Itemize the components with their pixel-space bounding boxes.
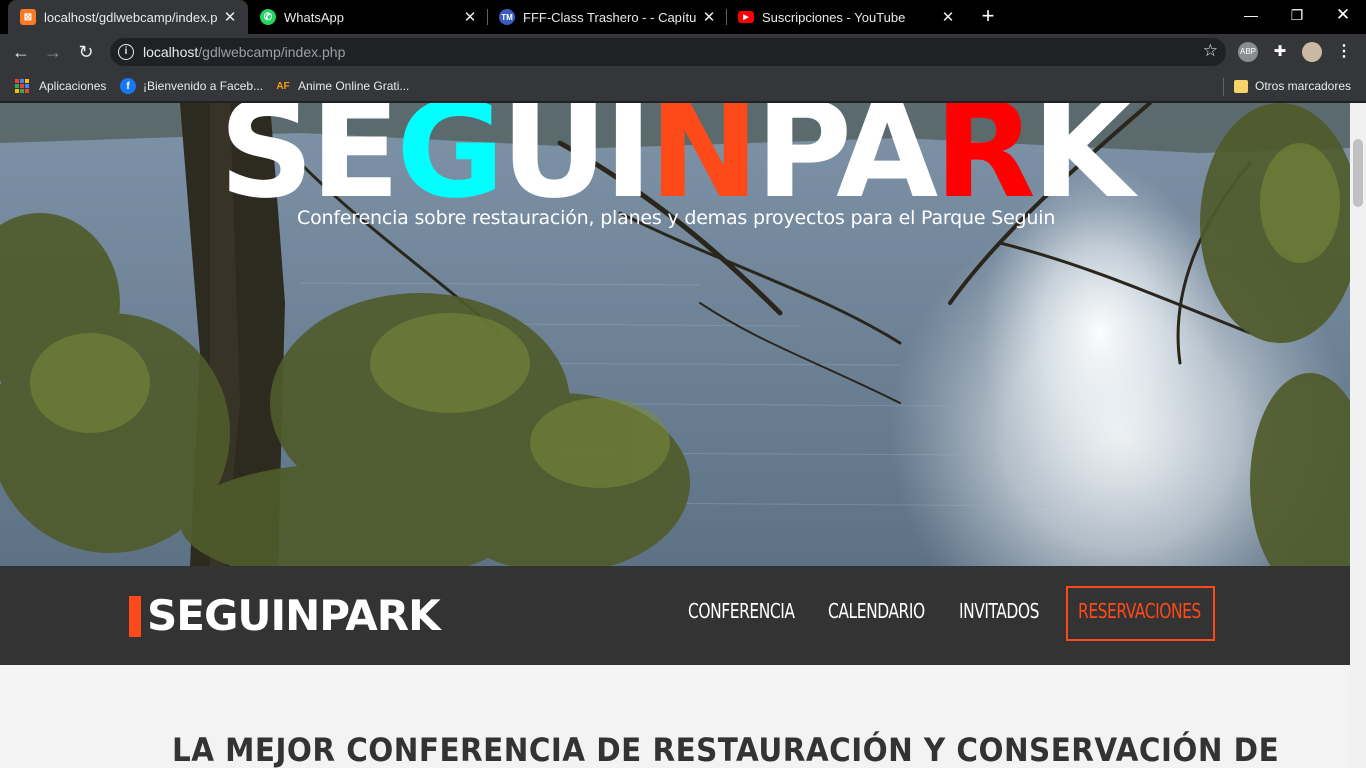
bookmark-label: Otros marcadores <box>1255 79 1352 93</box>
page-viewport: SEGUINPARK Conferencia sobre restauració… <box>0 103 1350 768</box>
hero-brand-title: SEGUINPARK <box>219 103 1134 221</box>
close-icon[interactable]: ✕ <box>218 8 242 26</box>
bookmark-star-icon[interactable]: ☆ <box>1203 41 1218 61</box>
bookmarks-bar: Aplicaciones f ¡Bienvenido a Faceb... AF… <box>0 70 1366 102</box>
forward-icon[interactable]: → <box>41 40 65 64</box>
tab-youtube[interactable]: ▶ Suscripciones - YouTube ✕ <box>726 0 966 34</box>
anime-online-icon: AF <box>276 80 290 92</box>
hero-subtitle: Conferencia sobre restauración, planes y… <box>297 207 1056 229</box>
page-scrollbar[interactable] <box>1350 103 1366 768</box>
site-navigation: SEGUINPARK CONFERENCIA CALENDARIO INVITA… <box>0 566 1350 665</box>
reload-icon[interactable]: ↻ <box>74 40 98 64</box>
bookmark-label: Anime Online Grati... <box>298 79 410 93</box>
bookmark-apps[interactable]: Aplicaciones <box>14 76 106 96</box>
bookmark-label: ¡Bienvenido a Faceb... <box>143 79 264 93</box>
address-bar[interactable]: i localhost/gdlwebcamp/index.php ☆ <box>110 38 1226 66</box>
nav-link-reservaciones[interactable]: RESERVACIONES <box>1078 599 1201 623</box>
tab-title: Suscripciones - YouTube <box>762 9 906 25</box>
facebook-icon: f <box>120 78 136 94</box>
whatsapp-icon: ✆ <box>260 9 276 25</box>
close-icon[interactable]: ✕ <box>697 8 721 26</box>
adblock-extension-icon[interactable]: ABP <box>1238 42 1258 62</box>
bookmark-separator <box>1223 78 1224 96</box>
hero-section: SEGUINPARK Conferencia sobre restauració… <box>0 103 1350 566</box>
folder-icon <box>1234 79 1248 93</box>
apps-grid-icon <box>14 78 30 94</box>
close-icon[interactable]: ✕ <box>458 8 482 26</box>
more-menu-icon[interactable]: ⋮ <box>1334 42 1354 62</box>
tab-title: FFF-Class Trashero - - Capítulo 2 <box>523 9 697 25</box>
tab-title: WhatsApp <box>284 9 344 25</box>
bookmark-other[interactable]: Otros marcadores <box>1234 76 1351 96</box>
tab-strip: ⊠ localhost/gdlwebcamp/index.php ✕ ✆ Wha… <box>0 0 1366 34</box>
nav-link-calendario[interactable]: CALENDARIO <box>828 599 925 623</box>
nav-link-invitados[interactable]: INVITADOS <box>959 599 1039 623</box>
intro-heading: LA MEJOR CONFERENCIA DE RESTAURACIÓN Y C… <box>172 731 1280 768</box>
bookmark-label: Aplicaciones <box>39 79 107 93</box>
scrollbar-thumb[interactable] <box>1353 139 1363 207</box>
tab-fff-class[interactable]: TM FFF-Class Trashero - - Capítulo 2 ✕ <box>487 0 727 34</box>
extensions-puzzle-icon[interactable]: ✚ <box>1270 42 1290 62</box>
window-close-icon[interactable]: ✕ <box>1320 0 1366 30</box>
logo-text: SEGUINPARK <box>147 591 441 640</box>
tab-title: localhost/gdlwebcamp/index.php <box>44 9 218 25</box>
restore-icon[interactable]: ❐ <box>1274 0 1320 30</box>
url-text[interactable]: localhost/gdlwebcamp/index.php <box>143 44 345 60</box>
back-icon[interactable]: ← <box>9 40 33 64</box>
tab-localhost[interactable]: ⊠ localhost/gdlwebcamp/index.php ✕ <box>8 0 248 34</box>
tab-whatsapp[interactable]: ✆ WhatsApp ✕ <box>248 0 488 34</box>
profile-avatar[interactable] <box>1302 42 1322 62</box>
logo-accent-bar <box>129 595 141 637</box>
anime-site-icon: TM <box>499 9 515 25</box>
bookmark-anime-online[interactable]: AF Anime Online Grati... <box>275 76 409 96</box>
site-logo[interactable]: SEGUINPARK <box>129 591 441 640</box>
browser-toolbar: ← → ↻ i localhost/gdlwebcamp/index.php ☆… <box>0 34 1366 70</box>
minimize-icon[interactable]: — <box>1228 0 1274 30</box>
bookmark-facebook[interactable]: f ¡Bienvenido a Faceb... <box>120 76 263 96</box>
nav-link-conferencia[interactable]: CONFERENCIA <box>688 599 795 623</box>
youtube-icon: ▶ <box>738 11 754 23</box>
xampp-icon: ⊠ <box>20 9 36 25</box>
new-tab-button[interactable]: + <box>976 4 1000 30</box>
info-icon[interactable]: i <box>118 44 134 60</box>
close-icon[interactable]: ✕ <box>936 8 960 26</box>
